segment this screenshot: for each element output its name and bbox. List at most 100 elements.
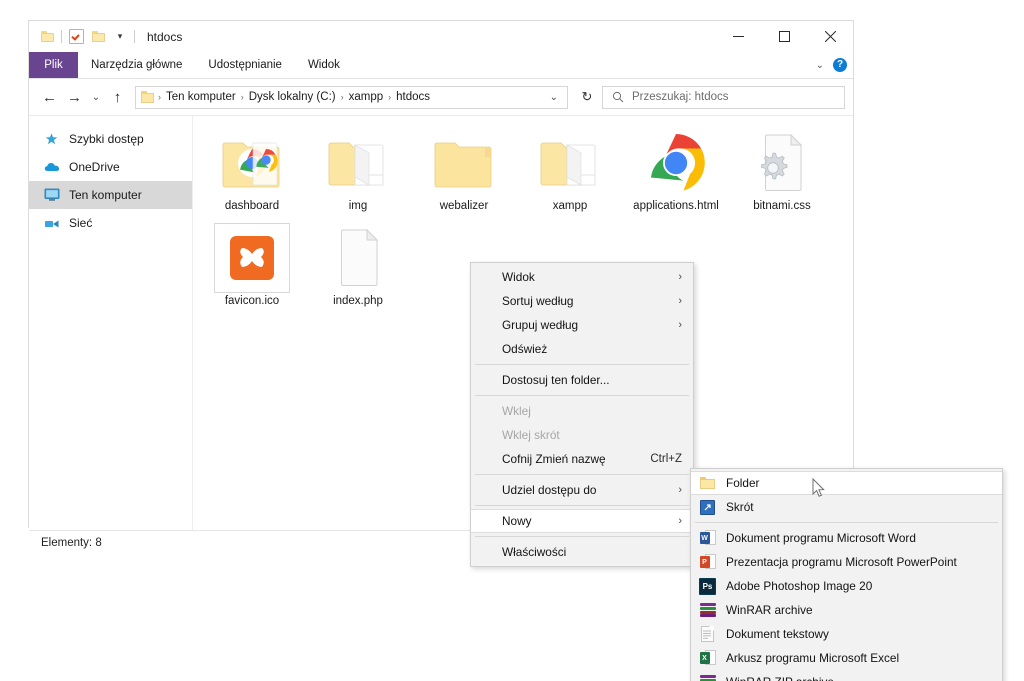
submenu-item-excel[interactable]: X Arkusz programu Microsoft Excel — [691, 646, 1002, 670]
submenu-separator-1 — [695, 522, 998, 523]
sidebar-item-szybki-dostep[interactable]: Szybki dostęp — [29, 125, 192, 153]
breadcrumb-htdocs[interactable]: htdocs — [392, 91, 434, 103]
sidebar-item-ten-komputer[interactable]: Ten komputer — [29, 181, 192, 209]
ctx-item-udziel-dostepu-do[interactable]: Udziel dostępu do › — [471, 478, 693, 502]
ctx-item-nowy[interactable]: Nowy › — [471, 509, 693, 533]
ctx-item-cofnij-zmien-nazwe[interactable]: Cofnij Zmień nazwę Ctrl+Z — [471, 447, 693, 471]
ctx-item-dostosuj-ten-folder[interactable]: Dostosuj ten folder... — [471, 368, 693, 392]
qat-properties-button[interactable] — [65, 26, 87, 48]
file-item-dashboard[interactable]: dashboard — [199, 128, 305, 213]
file-label-index-php: index.php — [333, 295, 383, 307]
tab-plik[interactable]: Plik — [29, 52, 78, 78]
qat-new-folder-button[interactable] — [87, 26, 109, 48]
ctx-separator-4 — [475, 505, 689, 506]
ribbon-tabs: Plik Narzędzia główne Udostępnianie Wido… — [29, 52, 853, 79]
ribbon-collapse-icon[interactable]: ⌄ — [816, 60, 824, 71]
chevron-right-icon-2: › — [678, 295, 682, 307]
maximize-button[interactable] — [761, 21, 807, 52]
recent-locations-button[interactable]: ⌄ — [87, 85, 105, 110]
submenu-item-winrar-zip[interactable]: WinRAR ZIP archive — [691, 670, 1002, 681]
ctx-item-wlasciwosci[interactable]: Właściwości — [471, 540, 693, 564]
file-item-index-php[interactable]: index.php — [305, 223, 411, 308]
file-item-img[interactable]: img — [305, 128, 411, 213]
chevron-right-icon-3: › — [678, 319, 682, 331]
refresh-button[interactable]: ↻ — [575, 85, 599, 109]
ctx-label-dostosuj-ten-folder: Dostosuj ten folder... — [502, 373, 610, 387]
new-folder-icon — [91, 31, 105, 42]
winrar-zip-icon — [699, 674, 716, 681]
file-item-favicon-ico[interactable]: favicon.ico — [199, 223, 305, 308]
ctx-item-odswiez[interactable]: Odśwież — [471, 337, 693, 361]
folder-open-icon — [320, 128, 396, 198]
tab-udostepnianie[interactable]: Udostępnianie — [195, 52, 295, 78]
monitor-icon — [43, 187, 60, 204]
search-input[interactable]: Przeszukaj: htdocs — [632, 91, 729, 103]
breadcrumb-xampp[interactable]: xampp — [345, 91, 388, 103]
address-dropdown-icon[interactable]: ⌄ — [550, 92, 567, 103]
ctx-separator-3 — [475, 474, 689, 475]
ctx-label-widok: Widok — [502, 270, 535, 284]
search-box[interactable]: Przeszukaj: htdocs — [602, 85, 845, 109]
submenu-item-word[interactable]: W Dokument programu Microsoft Word — [691, 526, 1002, 550]
breadcrumb-ten-komputer[interactable]: Ten komputer — [162, 91, 240, 103]
path-folder-icon — [141, 91, 155, 103]
ctx-item-grupuj-wedlug[interactable]: Grupuj według › — [471, 313, 693, 337]
submenu-item-dokument-tekstowy[interactable]: Dokument tekstowy — [691, 622, 1002, 646]
submenu-item-photoshop[interactable]: Ps Adobe Photoshop Image 20 — [691, 574, 1002, 598]
back-button[interactable]: ← — [37, 85, 62, 110]
submenu-item-folder[interactable]: Folder — [691, 471, 1002, 495]
sidebar-item-siec[interactable]: Sieć — [29, 209, 192, 237]
ctx-item-widok[interactable]: Widok › — [471, 265, 693, 289]
new-submenu: Folder Skrót W Dokument programu Microso… — [690, 468, 1003, 681]
file-label-xampp: xampp — [552, 200, 588, 212]
ctx-label-sortuj-wedlug: Sortuj według — [502, 294, 574, 308]
ctx-label-cofnij-zmien-nazwe: Cofnij Zmień nazwę — [502, 452, 606, 466]
minimize-button[interactable] — [715, 21, 761, 52]
up-button[interactable]: ↑ — [105, 85, 130, 110]
ribbon-right-controls: ⌄ ? — [816, 52, 847, 78]
file-label-bitnami-css: bitnami.css — [753, 200, 811, 212]
submenu-item-winrar[interactable]: WinRAR archive — [691, 598, 1002, 622]
folder-icon — [699, 475, 716, 492]
qat-separator — [61, 30, 62, 43]
address-path-box[interactable]: › Ten komputer › Dysk lokalny (C:) › xam… — [135, 85, 568, 109]
submenu-label-winrar-zip: WinRAR ZIP archive — [726, 675, 834, 681]
chrome-icon — [638, 128, 714, 198]
submenu-label-winrar: WinRAR archive — [726, 603, 813, 617]
quick-access-toolbar: ▾ htdocs — [29, 21, 182, 52]
forward-button[interactable]: → — [62, 85, 87, 110]
submenu-label-skrot: Skrót — [726, 500, 754, 514]
window-controls — [715, 21, 853, 52]
submenu-item-skrot[interactable]: Skrót — [691, 495, 1002, 519]
search-icon — [612, 91, 624, 103]
breadcrumb-dysk-lokalny[interactable]: Dysk lokalny (C:) — [245, 91, 340, 103]
sidebar-item-onedrive[interactable]: OneDrive — [29, 153, 192, 181]
xampp-icon — [214, 223, 290, 293]
ctx-label-nowy: Nowy — [502, 514, 532, 528]
tab-widok[interactable]: Widok — [295, 52, 353, 78]
folder-open-icon-2 — [532, 128, 608, 198]
star-icon — [43, 131, 60, 148]
file-item-applications-html[interactable]: applications.html — [623, 128, 729, 213]
qat-customize-button[interactable]: ▾ — [109, 26, 131, 48]
ctx-label-wklej: Wklej — [502, 404, 531, 418]
submenu-label-powerpoint: Prezentacja programu Microsoft PowerPoin… — [726, 555, 957, 569]
file-item-xampp[interactable]: xampp — [517, 128, 623, 213]
tab-narzedzia-glowne[interactable]: Narzędzia główne — [78, 52, 195, 78]
submenu-item-powerpoint[interactable]: P Prezentacja programu Microsoft PowerPo… — [691, 550, 1002, 574]
qat-separator-2 — [134, 30, 135, 43]
ctx-label-wlasciwosci: Właściwości — [502, 545, 567, 559]
qat-folder-button[interactable] — [36, 26, 58, 48]
ctx-item-sortuj-wedlug[interactable]: Sortuj według › — [471, 289, 693, 313]
file-item-bitnami-css[interactable]: bitnami.css — [729, 128, 835, 213]
powerpoint-icon: P — [699, 554, 716, 571]
word-icon: W — [699, 530, 716, 547]
sidebar-label-ten-komputer: Ten komputer — [69, 188, 142, 202]
ctx-label-udziel-dostepu-do: Udziel dostępu do — [502, 483, 597, 497]
ctx-label-grupuj-wedlug: Grupuj według — [502, 318, 579, 332]
close-button[interactable] — [807, 21, 853, 52]
file-item-webalizer[interactable]: webalizer — [411, 128, 517, 213]
help-icon[interactable]: ? — [833, 58, 847, 72]
ctx-item-wklej: Wklej — [471, 399, 693, 423]
text-document-icon — [699, 626, 716, 643]
